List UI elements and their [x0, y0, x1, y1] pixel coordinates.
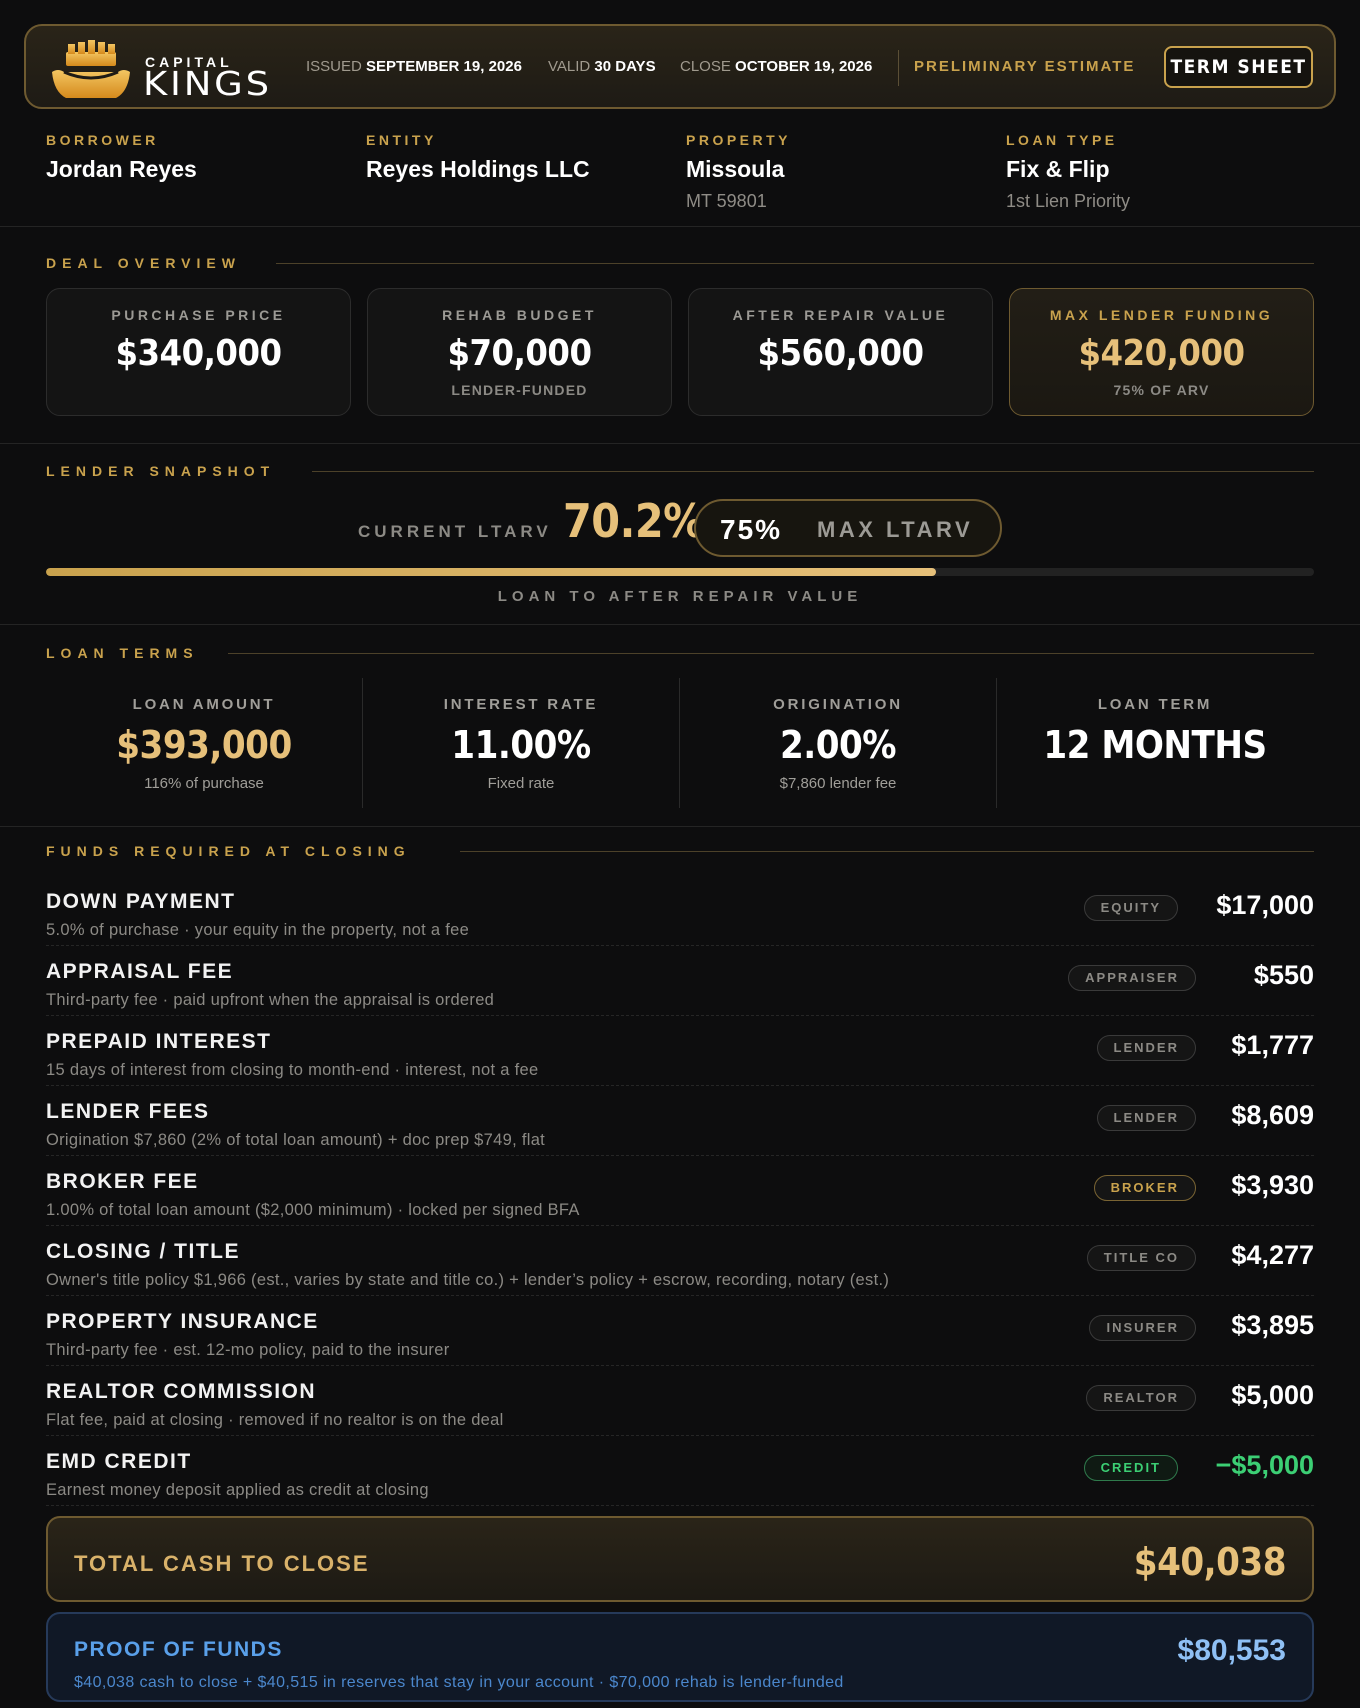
ltarv-caption: LOAN TO AFTER REPAIR VALUE: [497, 588, 863, 605]
credit-badge: CREDIT: [1083, 1455, 1178, 1481]
divider: [0, 826, 1360, 827]
entity-info: ENTITY Reyes Holdings LLC: [366, 132, 590, 182]
origination: ORIGINATION 2.00% $7,860 lender fee: [773, 696, 903, 792]
loan-amount: LOAN AMOUNT $393,000 116% of purchase: [116, 696, 292, 792]
fund-row-prepaid-interest: PREPAID INTEREST 15 days of interest fro…: [46, 1016, 1314, 1086]
divider: [0, 443, 1360, 444]
total-label: TOTAL CASH TO CLOSE: [74, 1551, 370, 1576]
fund-row-broker-fee: BROKER FEE 1.00% of total loan amount ($…: [46, 1156, 1314, 1226]
fund-row-appraisal-fee: APPRAISAL FEE Third-party fee · paid upf…: [46, 946, 1314, 1016]
total-cash-to-close: TOTAL CASH TO CLOSE $40,038: [46, 1516, 1314, 1602]
current-ltarv-label: CURRENT LTARV: [358, 522, 552, 541]
rehab-budget-card: REHAB BUDGET $70,000 LENDER-FUNDED: [367, 288, 672, 416]
funds-required-title: FUNDS REQUIRED AT CLOSING: [46, 843, 411, 859]
after-repair-value-card: AFTER REPAIR VALUE $560,000: [688, 288, 993, 416]
proof-label: PROOF OF FUNDS: [74, 1638, 283, 1661]
payee-badge: INSURER: [1089, 1315, 1196, 1341]
fund-row-lender-fees: LENDER FEES Origination $7,860 (2% of to…: [46, 1086, 1314, 1156]
section-rule: [228, 653, 1314, 654]
loan-term: LOAN TERM 12 MONTHS: [1043, 696, 1267, 767]
payee-badge: LENDER: [1096, 1105, 1196, 1131]
total-value: $40,038: [1133, 1540, 1287, 1584]
close-date: CLOSE OCTOBER 19, 2026: [680, 58, 873, 75]
term-sheet-page: CAPITAL KINGS ISSUED SEPTEMBER 19, 2026 …: [0, 0, 1360, 1708]
proof-value: $80,553: [1177, 1634, 1286, 1667]
ltarv-progress-fill: [46, 568, 937, 576]
header-bar: CAPITAL KINGS ISSUED SEPTEMBER 19, 2026 …: [24, 24, 1336, 109]
loan-type-info: LOAN TYPE Fix & Flip 1st Lien Priority: [1006, 132, 1131, 211]
header-divider: [898, 50, 899, 86]
fund-row-realtor-commission: REALTOR COMMISSION Flat fee, paid at clo…: [46, 1366, 1314, 1436]
payee-badge: TITLE CO: [1086, 1245, 1196, 1271]
crown-icon: [52, 40, 130, 98]
fund-row-emd-credit: EMD CREDIT Earnest money deposit applied…: [46, 1436, 1314, 1506]
payee-badge: APPRAISER: [1068, 965, 1196, 991]
payee-badge: EQUITY: [1083, 895, 1178, 921]
term-sheet-button[interactable]: TERM SHEET: [1164, 46, 1313, 88]
max-lender-funding-card: MAX LENDER FUNDING $420,000 75% OF ARV: [1009, 288, 1314, 416]
issued-date: ISSUED SEPTEMBER 19, 2026: [306, 58, 522, 75]
divider: [0, 624, 1360, 625]
max-ltarv-label: MAX LTARV: [817, 517, 974, 542]
brand-name-main: KINGS: [143, 64, 272, 103]
fund-row-property-insurance: PROPERTY INSURANCE Third-party fee · est…: [46, 1296, 1314, 1366]
property-info: PROPERTY Missoula MT 59801: [686, 132, 792, 211]
section-rule: [460, 851, 1314, 852]
interest-rate: INTEREST RATE 11.00% Fixed rate: [443, 696, 599, 792]
payee-badge: BROKER: [1093, 1175, 1196, 1201]
loan-terms-title: LOAN TERMS: [46, 645, 199, 661]
status-label: PRELIMINARY ESTIMATE: [914, 58, 1136, 75]
purchase-price-card: PURCHASE PRICE $340,000: [46, 288, 351, 416]
max-ltarv-pill: 75% MAX LTARV: [694, 499, 1002, 557]
current-ltarv-value: 70.2%: [563, 494, 705, 548]
proof-desc: $40,038 cash to close + $40,515 in reser…: [74, 1674, 844, 1691]
section-rule: [276, 263, 1314, 264]
payee-badge: REALTOR: [1086, 1385, 1196, 1411]
section-rule: [312, 471, 1314, 472]
fund-row-closing-title: CLOSING / TITLE Owner's title policy $1,…: [46, 1226, 1314, 1296]
deal-overview-title: DEAL OVERVIEW: [46, 255, 241, 271]
borrower-info: BORROWER Jordan Reyes: [46, 132, 197, 182]
lender-snapshot-title: LENDER SNAPSHOT: [46, 463, 276, 479]
proof-of-funds: PROOF OF FUNDS $40,038 cash to close + $…: [46, 1612, 1314, 1702]
divider: [0, 226, 1360, 227]
fund-row-down-payment: DOWN PAYMENT 5.0% of purchase · your equ…: [46, 876, 1314, 946]
valid-period: VALID 30 DAYS: [548, 58, 656, 75]
ltarv-progress-bar: [46, 568, 1314, 576]
payee-badge: LENDER: [1096, 1035, 1196, 1061]
max-ltarv-value: 75%: [720, 514, 783, 545]
